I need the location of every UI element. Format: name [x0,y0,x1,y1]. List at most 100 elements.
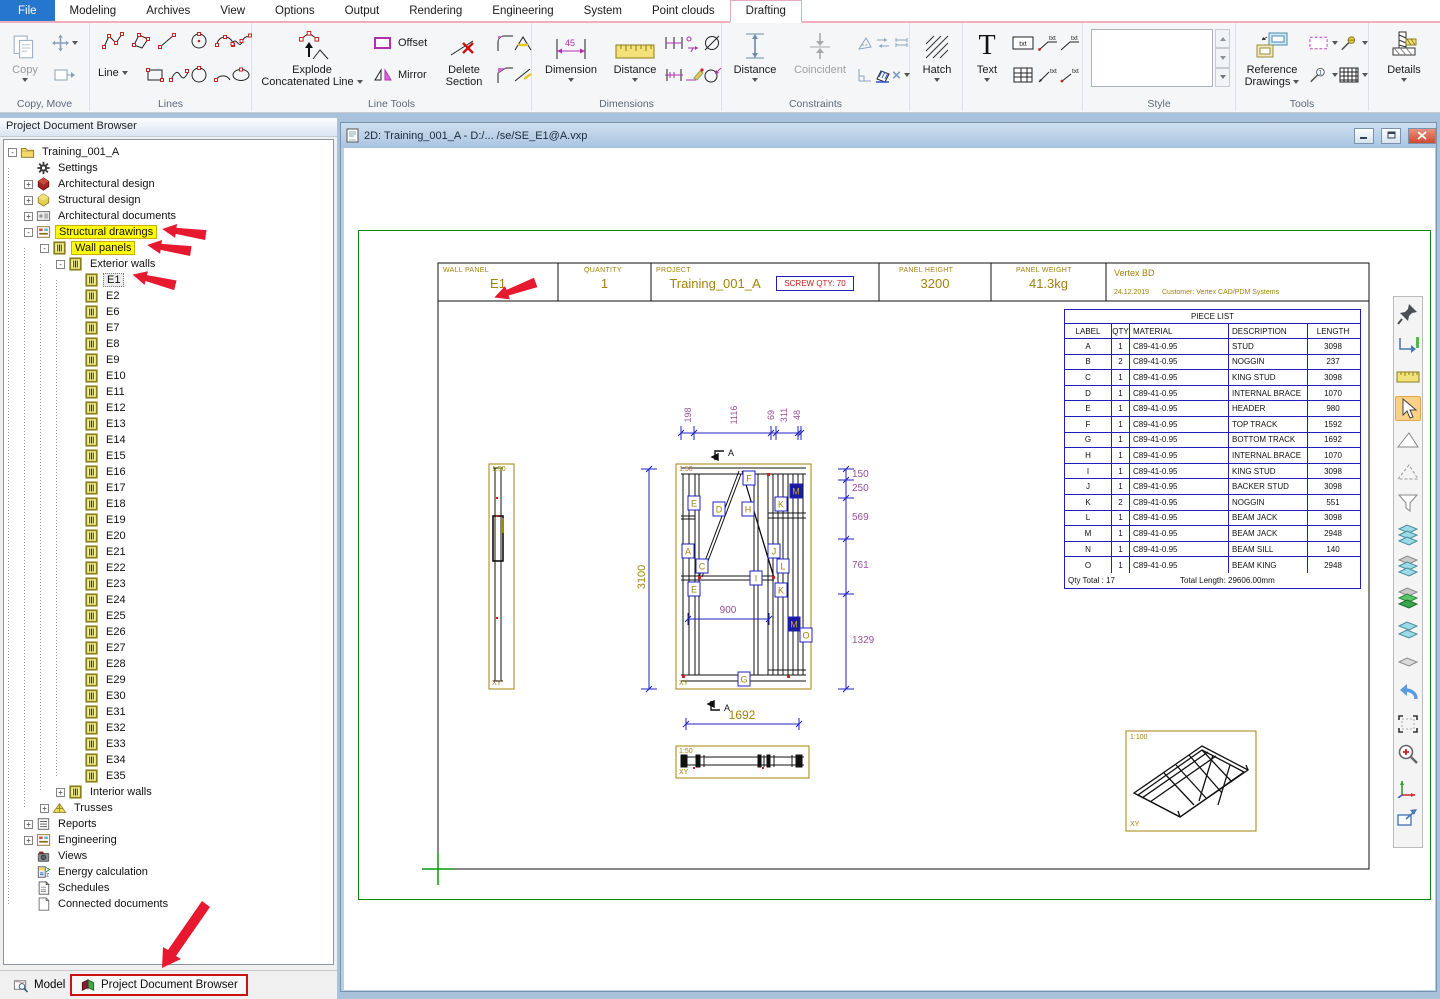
minimize-button[interactable] [1354,128,1374,144]
select-cursor-icon[interactable] [1395,396,1421,421]
tree-item-interior-walls[interactable]: +Interior walls [4,784,333,800]
tab-output[interactable]: Output [330,0,395,21]
undo-icon[interactable] [1395,679,1421,704]
layer-single-icon[interactable] [1395,648,1421,673]
filter-icon[interactable] [1395,490,1421,515]
triangle-dashed-icon[interactable] [1395,459,1421,484]
document-tree[interactable]: -Training_001_ASettings+Architectural de… [3,139,334,965]
tree-item-reports[interactable]: +Reports [4,816,333,832]
pan-view-icon[interactable] [1395,805,1421,830]
coincident-button[interactable]: Coincident [788,24,852,94]
tree-item-e16[interactable]: E16 [4,464,333,480]
tab-model[interactable]: Model [5,974,73,996]
tree-item-e24[interactable]: E24 [4,592,333,608]
expand-toggle-icon[interactable]: + [24,180,33,189]
line-button[interactable]: Line [98,67,128,79]
tree-item-e8[interactable]: E8 [4,336,333,352]
grid-dropdown-icon[interactable] [1362,73,1368,77]
triangle-icon[interactable] [1395,427,1421,452]
dim-edit-button[interactable] [684,63,704,87]
parallel-constraint-button[interactable] [874,31,892,55]
text-table-button[interactable] [1011,63,1035,87]
text-pencil-leader-button[interactable]: txt [1037,63,1059,87]
tree-item-architectural-design[interactable]: +Architectural design [4,176,333,192]
tab-drafting[interactable]: Drafting [730,0,802,23]
tab-view[interactable]: View [205,0,260,21]
tree-item-e19[interactable]: E19 [4,512,333,528]
tree-item-e20[interactable]: E20 [4,528,333,544]
hatch-dropdown-icon[interactable] [934,78,940,82]
dim-chain-button[interactable] [664,31,684,55]
tab-options[interactable]: Options [260,0,330,21]
tab-engineering[interactable]: Engineering [477,0,568,21]
reference-drawings-dropdown-icon[interactable] [1293,80,1299,84]
delete-section-button[interactable]: Delete Section [438,24,490,94]
copy-button[interactable]: Copy [2,24,48,94]
layers-green-icon[interactable] [1395,585,1421,610]
line-tool-button[interactable] [154,29,180,53]
dim-ordinate-button[interactable] [684,31,704,55]
spline-tool-button[interactable] [230,29,252,53]
tree-item-training-001-a[interactable]: -Training_001_A [4,144,333,160]
tree-item-e23[interactable]: E23 [4,576,333,592]
copy-to-view-button[interactable] [52,63,78,87]
drawing-canvas[interactable]: WALL PANEL E1 QUANTITY 1 PROJECT Trainin… [344,148,1435,990]
hatch-button[interactable]: Hatch [916,24,958,94]
line-dropdown-icon[interactable] [122,71,128,75]
tree-item-e10[interactable]: E10 [4,368,333,384]
explode-concatenated-line-button[interactable]: Explode Concatenated Line [258,24,366,94]
tree-item-e11[interactable]: E11 [4,384,333,400]
tree-item-settings[interactable]: Settings [4,160,333,176]
expand-toggle-icon[interactable]: + [40,804,49,813]
close-button[interactable] [1408,128,1436,144]
tree-item-e22[interactable]: E22 [4,560,333,576]
tab-modeling[interactable]: Modeling [55,0,132,21]
ellipse-tool-button[interactable] [230,63,252,87]
tree-item-e6[interactable]: E6 [4,304,333,320]
details-dropdown-icon[interactable] [1401,78,1407,82]
tree-item-e7[interactable]: E7 [4,320,333,336]
delete-constraint-button[interactable] [892,63,910,87]
move-dropdown-icon[interactable] [72,41,78,45]
text-leader-button[interactable]: txt [1037,31,1059,55]
tree-item-e12[interactable]: E12 [4,400,333,416]
tab-archives[interactable]: Archives [131,0,205,21]
text-dropdown-icon[interactable] [984,78,990,82]
dimension-dropdown-icon[interactable] [568,78,574,82]
move-button[interactable] [52,31,78,55]
explode-dropdown-icon[interactable] [357,80,363,84]
expand-toggle-icon[interactable]: - [56,260,65,269]
layers-stack-icon[interactable] [1395,522,1421,547]
fix-hatch-constraint-button[interactable] [874,63,892,87]
tree-item-e27[interactable]: E27 [4,640,333,656]
measure-id-button[interactable]: 1 [1308,63,1338,87]
tree-item-e21[interactable]: E21 [4,544,333,560]
rectangle-tool-button[interactable] [142,63,168,87]
pin-icon[interactable] [1395,301,1421,326]
window-titlebar[interactable]: 2D: Training_001_A - D:/... /se/SE_E1@A.… [341,123,1436,148]
tree-item-e17[interactable]: E17 [4,480,333,496]
tree-item-structural-design[interactable]: +Structural design [4,192,333,208]
tree-item-engineering[interactable]: +Engineering [4,832,333,848]
text-button[interactable]: T Text [967,24,1007,94]
restore-button[interactable] [1381,128,1401,144]
equal-constraint-button[interactable] [892,31,910,55]
probe-button[interactable] [1338,31,1368,55]
expand-toggle-icon[interactable]: - [24,228,33,237]
reference-drawings-button[interactable]: Reference Drawings [1238,24,1306,94]
selection-area-button[interactable] [1308,31,1338,55]
dim-diameter-button[interactable] [702,31,722,55]
details-button[interactable]: Details [1377,24,1431,94]
tree-item-e34[interactable]: E34 [4,752,333,768]
measure-path-icon[interactable] [1395,333,1421,358]
tree-item-schedules[interactable]: Schedules [4,880,333,896]
distance-constraint-dropdown-icon[interactable] [752,78,758,82]
tab-file[interactable]: File [0,0,55,21]
dim-chain2-button[interactable] [664,63,684,87]
tree-item-e31[interactable]: E31 [4,704,333,720]
tree-item-e13[interactable]: E13 [4,416,333,432]
polyline-tool-button[interactable] [100,29,126,53]
expand-toggle-icon[interactable]: + [24,212,33,221]
tree-item-e9[interactable]: E9 [4,352,333,368]
expand-toggle-icon[interactable]: + [24,196,33,205]
